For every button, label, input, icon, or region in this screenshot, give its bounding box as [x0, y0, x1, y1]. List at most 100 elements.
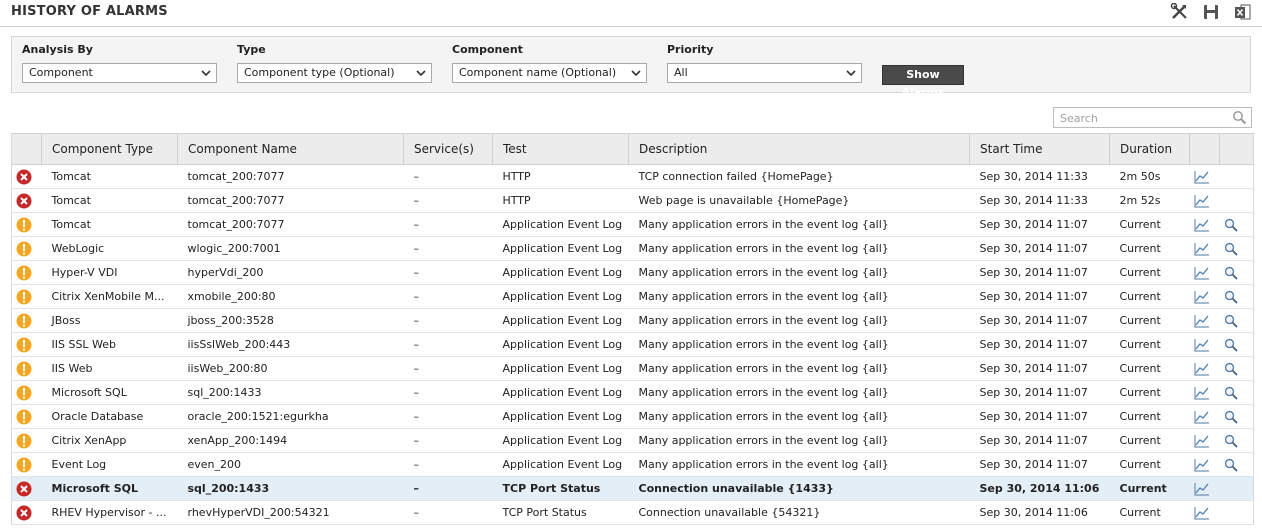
magnifier-icon[interactable] — [1224, 410, 1254, 424]
graph-cell — [1189, 308, 1220, 333]
graph-icon[interactable] — [1193, 434, 1220, 448]
component-type-cell[interactable]: Tomcat — [41, 188, 178, 213]
component-name-cell[interactable]: hyperVdi_200 — [177, 260, 404, 285]
graph-icon[interactable] — [1193, 506, 1220, 520]
graph-icon[interactable] — [1193, 458, 1220, 472]
column-header-component-name[interactable]: Component Name — [177, 133, 404, 165]
show-alarms-button[interactable]: Show Alarms — [882, 65, 964, 99]
component-name-cell[interactable]: sql_200:1433 — [177, 476, 404, 501]
component-name-cell[interactable]: sql_200:1433 — [177, 380, 404, 405]
analysis-by-select[interactable]: Component — [22, 63, 217, 83]
chevron-down-icon — [631, 70, 641, 77]
column-header-start-time[interactable]: Start Time — [969, 133, 1110, 165]
graph-icon[interactable] — [1193, 170, 1220, 184]
component-type-cell[interactable]: Citrix XenMobile M... — [41, 284, 178, 309]
table-row[interactable]: Oracle Database oracle_200:1521:egurkha – A… — [11, 404, 1254, 429]
component-type-cell[interactable]: Oracle Database — [41, 404, 178, 429]
graph-icon[interactable] — [1193, 266, 1220, 280]
column-header-test[interactable]: Test — [492, 133, 629, 165]
severity-cell — [11, 428, 42, 453]
graph-cell — [1189, 380, 1220, 405]
magnifier-icon[interactable] — [1224, 218, 1254, 232]
detail-cell — [1219, 164, 1254, 189]
magnifier-icon[interactable] — [1224, 458, 1254, 472]
component-type-cell[interactable]: Microsoft SQL — [41, 476, 178, 501]
component-name-cell[interactable]: xmobile_200:80 — [177, 284, 404, 309]
component-name-cell[interactable]: iisSslWeb_200:443 — [177, 332, 404, 357]
component-type-cell[interactable]: Citrix XenApp — [41, 428, 178, 453]
table-row[interactable]: Citrix XenMobile M... xmobile_200:80– Appl… — [11, 284, 1254, 309]
component-type-cell[interactable]: Hyper-V VDI — [41, 260, 178, 285]
table-row[interactable]: Tomcat tomcat_200:7077– HTTP TCP connection… — [11, 164, 1254, 189]
component-type-select[interactable]: Component type (Optional) — [237, 63, 432, 83]
table-row[interactable]: Microsoft SQL sql_200:1433– TCP Port Statu… — [11, 476, 1254, 501]
component-name-cell[interactable]: tomcat_200:7077 — [177, 164, 404, 189]
component-name-cell[interactable]: wlogic_200:7001 — [177, 236, 404, 261]
graph-icon[interactable] — [1193, 410, 1220, 424]
services-cell: – — [403, 260, 493, 285]
graph-icon[interactable] — [1193, 242, 1220, 256]
magnifier-icon[interactable] — [1224, 266, 1254, 280]
table-row[interactable]: WebLogic wlogic_200:7001– Application Even… — [11, 236, 1254, 261]
component-type-cell[interactable]: Event Log — [41, 452, 178, 477]
graph-icon[interactable] — [1193, 218, 1220, 232]
component-type-cell[interactable]: Tomcat — [41, 164, 178, 189]
component-name-cell[interactable]: even_200 — [177, 452, 404, 477]
magnifier-icon[interactable] — [1224, 362, 1254, 376]
magnifier-icon[interactable] — [1224, 314, 1254, 328]
column-header-duration[interactable]: Duration — [1109, 133, 1190, 165]
component-type-cell[interactable]: IIS SSL Web — [41, 332, 178, 357]
settings-tools-icon[interactable] — [1170, 2, 1190, 21]
component-name-cell[interactable]: tomcat_200:7077 — [177, 212, 404, 237]
graph-icon[interactable] — [1193, 314, 1220, 328]
graph-icon[interactable] — [1193, 290, 1220, 304]
component-type-cell[interactable]: IIS Web — [41, 356, 178, 381]
table-row[interactable]: RHEV Hypervisor - ... rhevHyperVDI_200:54… — [11, 500, 1254, 525]
component-name-select[interactable]: Component name (Optional) — [452, 63, 647, 83]
table-row[interactable]: Citrix XenApp xenApp_200:1494– Application… — [11, 428, 1254, 453]
column-header-component-type[interactable]: Component Type — [41, 133, 178, 165]
component-name-cell[interactable]: xenApp_200:1494 — [177, 428, 404, 453]
component-type-cell[interactable]: WebLogic — [41, 236, 178, 261]
component-name-cell[interactable]: tomcat_200:7077 — [177, 188, 404, 213]
component-type-cell[interactable]: Tomcat — [41, 212, 178, 237]
search-icon[interactable] — [1232, 110, 1247, 125]
magnifier-icon[interactable] — [1224, 242, 1254, 256]
table-row[interactable]: Hyper-V VDI hyperVdi_200– Application Even… — [11, 260, 1254, 285]
graph-icon[interactable] — [1193, 194, 1220, 208]
magnifier-icon[interactable] — [1224, 290, 1254, 304]
component-name-cell[interactable]: rhevHyperVDI_200:54321 — [177, 500, 404, 525]
description-cell: Many application errors in the event log… — [628, 308, 970, 333]
component-name-cell[interactable]: iisWeb_200:80 — [177, 356, 404, 381]
start-time-cell: Sep 30, 2014 11:07 — [969, 356, 1110, 381]
graph-cell — [1189, 476, 1220, 501]
export-excel-icon[interactable] — [1234, 3, 1254, 21]
table-row[interactable]: Event Log even_200– Application Event Log M… — [11, 452, 1254, 477]
graph-icon[interactable] — [1193, 482, 1220, 496]
component-type-cell[interactable]: RHEV Hypervisor - ... — [41, 500, 178, 525]
table-row[interactable]: IIS Web iisWeb_200:80– Application Event L… — [11, 356, 1254, 381]
magnifier-icon[interactable] — [1224, 386, 1254, 400]
component-type-cell[interactable]: Microsoft SQL — [41, 380, 178, 405]
magnifier-icon[interactable] — [1224, 434, 1254, 448]
table-row[interactable]: IIS SSL Web iisSslWeb_200:443– Application… — [11, 332, 1254, 357]
priority-select[interactable]: All — [667, 63, 862, 83]
table-row[interactable]: JBoss jboss_200:3528– Application Event Lo… — [11, 308, 1254, 333]
component-name-cell[interactable]: oracle_200:1521:egurkha — [177, 404, 404, 429]
table-row[interactable]: Microsoft SQL sql_200:1433– Application Ev… — [11, 380, 1254, 405]
table-row[interactable]: Tomcat tomcat_200:7077– Application Event … — [11, 212, 1254, 237]
column-header-services[interactable]: Service(s) — [403, 133, 493, 165]
table-row[interactable]: Tomcat tomcat_200:7077– HTTP Web page is un… — [11, 188, 1254, 213]
duration-cell: Current — [1109, 236, 1190, 261]
magnifier-icon[interactable] — [1224, 338, 1254, 352]
graph-icon[interactable] — [1193, 338, 1220, 352]
services-cell: – — [403, 452, 493, 477]
graph-cell — [1189, 332, 1220, 357]
component-name-cell[interactable]: jboss_200:3528 — [177, 308, 404, 333]
search-input[interactable] — [1058, 109, 1232, 128]
column-header-description[interactable]: Description — [628, 133, 970, 165]
graph-icon[interactable] — [1193, 362, 1220, 376]
save-icon[interactable] — [1202, 3, 1222, 21]
graph-icon[interactable] — [1193, 386, 1220, 400]
component-type-cell[interactable]: JBoss — [41, 308, 178, 333]
